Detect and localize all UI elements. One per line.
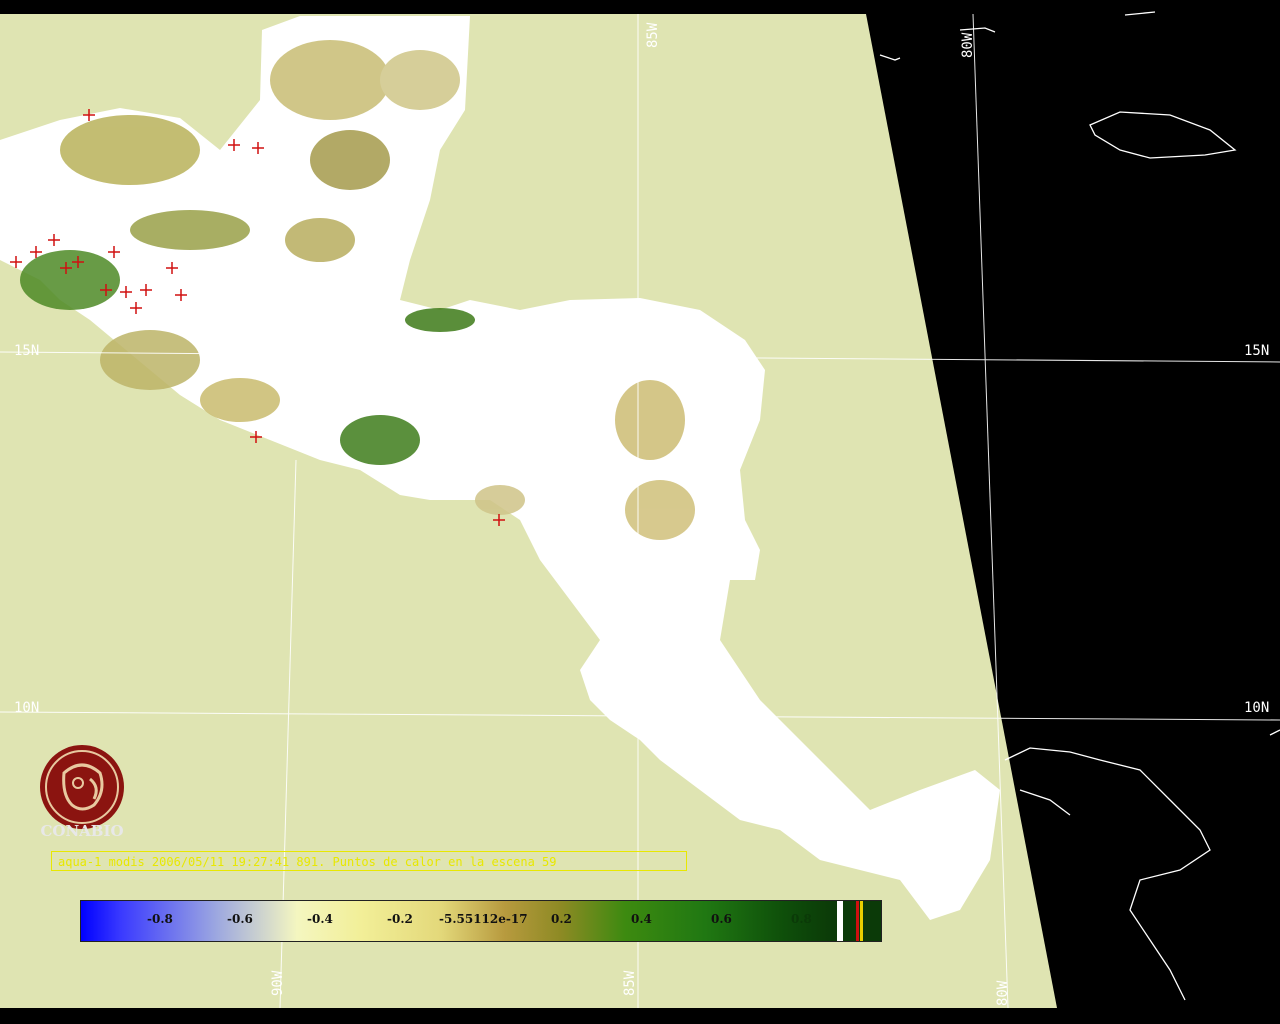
colorbar-tick: 0.4 <box>631 912 652 926</box>
conabio-logo-label: CONABIO <box>40 822 124 840</box>
lat-label-15n-left: 15N <box>14 343 39 359</box>
colorbar-tick: -0.8 <box>147 912 173 926</box>
lon-label-85w-top: 85W <box>645 22 661 48</box>
colorbar-tick: -0.6 <box>227 912 253 926</box>
lon-label-85w-bottom: 85W <box>622 970 638 996</box>
colorbar-tick: 0.6 <box>711 912 732 926</box>
colorbar-tick: 0.2 <box>551 912 572 926</box>
lat-label-15n-right: 15N <box>1244 343 1269 359</box>
colorbar-tick: 0.8 <box>791 912 812 926</box>
colorbar-fire-swatch <box>856 901 859 941</box>
lat-label-10n-left: 10N <box>14 700 39 716</box>
lon-label-90w-bottom: 90W <box>270 970 286 996</box>
lon-label-80w-bottom: 80W <box>995 980 1011 1006</box>
colorbar-tick: -5.55112e-17 <box>439 912 528 926</box>
colorbar-tick: -0.2 <box>387 912 413 926</box>
ndvi-colorbar: -0.8 -0.6 -0.4 -0.2 -5.55112e-17 0.2 0.4… <box>80 900 882 942</box>
scene-caption: aqua-1 modis 2006/05/11 19:27:41 891. Pu… <box>51 851 687 871</box>
lat-label-10n-right: 10N <box>1244 700 1269 716</box>
colorbar-land-swatch <box>863 901 880 941</box>
lon-label-80w-top: 80W <box>960 32 976 58</box>
colorbar-tick: -0.4 <box>307 912 333 926</box>
colorbar-cloud-swatch <box>837 901 843 941</box>
